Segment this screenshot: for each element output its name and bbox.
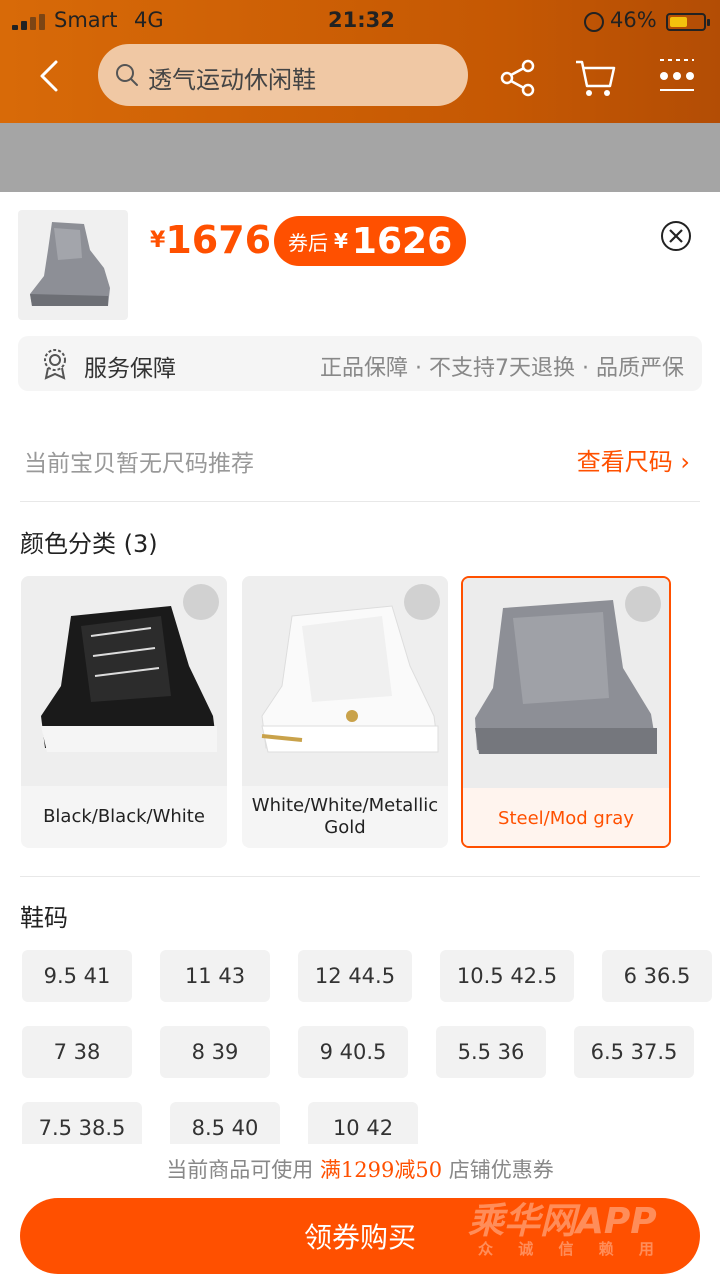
- carrier: Smart: [54, 8, 118, 32]
- coupon-price-badge: 券后 ¥ 1626: [274, 216, 467, 266]
- coupon-price: 1626: [351, 220, 453, 262]
- color-option-steel[interactable]: Steel/Mod gray: [461, 576, 671, 848]
- size-chip[interactable]: 10 42: [308, 1102, 418, 1144]
- color-name: Black/Black/White: [21, 788, 227, 846]
- search-icon: [116, 64, 138, 86]
- promo-suffix: 店铺优惠券: [442, 1158, 554, 1182]
- size-chip[interactable]: 7.5 38.5: [22, 1102, 142, 1144]
- divider: [20, 876, 700, 877]
- view-size-link[interactable]: 查看尺码 ›: [577, 442, 690, 477]
- service-guarantee[interactable]: 服务保障 正品保障 · 不支持7天退换 · 品质严保: [18, 336, 702, 391]
- clock: 21:32: [328, 8, 395, 32]
- coupon-currency: ¥: [334, 229, 348, 253]
- search-bar[interactable]: 透气运动休闲鞋: [98, 44, 468, 106]
- size-chip[interactable]: 8 39: [160, 1026, 270, 1078]
- status-bar: Smart 4G 21:32 46%: [0, 6, 720, 36]
- promo-highlight: 满1299减50: [319, 1158, 443, 1182]
- size-chip[interactable]: 9.5 41: [22, 950, 132, 1002]
- expand-icon[interactable]: [183, 584, 219, 620]
- size-chip[interactable]: 10.5 42.5: [440, 950, 574, 1002]
- coupon-label: 券后: [288, 230, 328, 255]
- back-icon[interactable]: [30, 56, 70, 96]
- promo-prefix: 当前商品可使用: [166, 1158, 320, 1182]
- expand-icon[interactable]: [625, 586, 661, 622]
- chevron-right-icon: ›: [680, 448, 690, 476]
- close-icon[interactable]: [660, 220, 692, 252]
- price-value: 1676: [165, 218, 272, 262]
- battery-percent: 46%: [610, 8, 657, 32]
- service-title: 服务保障: [84, 356, 176, 382]
- watermark: 乘华网APP 众 诚 信 赖 用: [468, 1188, 714, 1272]
- price: ¥1676: [150, 218, 271, 262]
- share-icon[interactable]: [498, 58, 538, 98]
- size-chip[interactable]: 12 44.5: [298, 950, 412, 1002]
- alarm-icon: [584, 12, 604, 32]
- color-option-black[interactable]: Black/Black/White: [21, 576, 227, 848]
- product-thumbnail[interactable]: [18, 210, 128, 320]
- size-chip[interactable]: 5.5 36: [436, 1026, 546, 1078]
- watermark-main: 乘华网APP: [468, 1201, 657, 1242]
- network-type: 4G: [134, 8, 164, 32]
- watermark-sub: 众 诚 信 赖 用: [478, 1240, 664, 1258]
- expand-icon[interactable]: [404, 584, 440, 620]
- size-chip[interactable]: 6.5 37.5: [574, 1026, 694, 1078]
- size-chip[interactable]: 11 43: [160, 950, 270, 1002]
- divider: [20, 501, 700, 502]
- backdrop[interactable]: [0, 123, 720, 192]
- size-chip[interactable]: 6 36.5: [602, 950, 712, 1002]
- color-option-white[interactable]: White/White/Metallic Gold: [242, 576, 448, 848]
- size-chip[interactable]: 7 38: [22, 1026, 132, 1078]
- size-recommend-text: 当前宝贝暂无尺码推荐: [24, 451, 254, 477]
- color-section-title: 颜色分类 (3): [20, 530, 158, 558]
- service-desc: 正品保障 · 不支持7天退换 · 品质严保: [320, 356, 684, 381]
- badge-icon: [44, 349, 66, 380]
- sku-sheet: ¥1676 券后 ¥ 1626 服务保障 正品保障 · 不支持7天退换 · 品质…: [0, 192, 720, 1280]
- color-name: White/White/Metallic Gold: [242, 788, 448, 846]
- top-bar: Smart 4G 21:32 46% 透气运动休闲鞋: [0, 0, 720, 123]
- search-text: 透气运动休闲鞋: [148, 66, 316, 94]
- cart-icon[interactable]: [574, 58, 616, 98]
- view-size-label: 查看尺码: [576, 448, 673, 476]
- coupon-promo-text: 当前商品可使用 满1299减50 店铺优惠券: [0, 1154, 720, 1184]
- nav-row: 透气运动休闲鞋: [0, 44, 720, 108]
- size-section-title: 鞋码: [20, 904, 68, 932]
- size-chip[interactable]: 8.5 40: [170, 1102, 280, 1144]
- color-name: Steel/Mod gray: [463, 790, 669, 846]
- battery-icon: [666, 13, 710, 31]
- price-currency: ¥: [150, 228, 166, 253]
- size-chip[interactable]: 9 40.5: [298, 1026, 408, 1078]
- signal-icon: [12, 14, 48, 30]
- more-icon[interactable]: [654, 52, 700, 98]
